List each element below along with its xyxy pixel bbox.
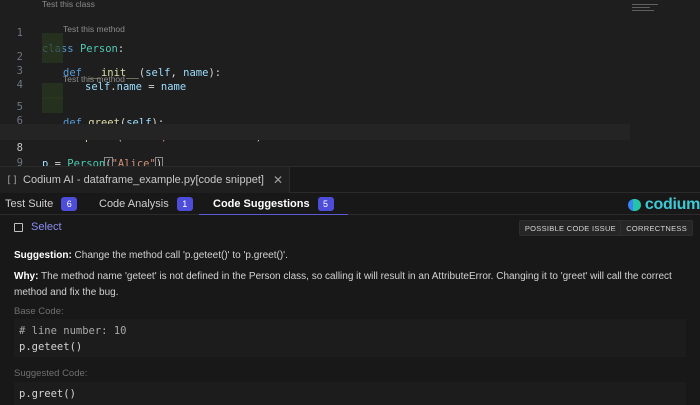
codium-panel: [] Codium AI - dataframe_example.py[code…: [0, 166, 700, 405]
suggestion-card: Select POSSIBLE CODE ISSUE CORRECTNESS S…: [0, 215, 700, 405]
code-line-8[interactable]: 8 p = Person("Alice"): [0, 124, 630, 171]
codelens-test-class[interactable]: Test this class: [42, 0, 95, 9]
base-code-label: Base Code:: [14, 306, 64, 317]
tag-correctness: CORRECTNESS: [620, 220, 693, 236]
base-code-line: # line number: 10: [19, 325, 127, 337]
brackets-icon: []: [6, 174, 19, 186]
base-code-line: p.geteet(): [19, 341, 83, 353]
count-badge: 6: [61, 197, 78, 211]
tag-possible-code-issue: POSSIBLE CODE ISSUE: [518, 220, 622, 236]
codium-logo: codium: [627, 196, 700, 214]
suggested-code-label: Suggested Code:: [14, 368, 88, 379]
tab-test-suite[interactable]: Test Suite 6: [5, 193, 78, 215]
select-label[interactable]: Select: [31, 221, 62, 233]
panel-tab-title: Codium AI - dataframe_example.py[code sn…: [23, 174, 264, 186]
panel-tab-codium[interactable]: [] Codium AI - dataframe_example.py[code…: [0, 167, 291, 193]
codium-logo-icon: [627, 199, 642, 211]
count-badge: 5: [317, 197, 334, 211]
code-line-9[interactable]: 9 p.geteet(): [0, 139, 630, 185]
subtab-bar: Test Suite 6 Code Analysis 1 Code Sugges…: [0, 193, 700, 216]
count-badge: 1: [176, 197, 193, 211]
panel-tab-bar: [] Codium AI - dataframe_example.py[code…: [0, 167, 700, 193]
select-checkbox[interactable]: [14, 223, 23, 232]
code-editor[interactable]: Test this class 1 class Person: Test thi…: [0, 0, 700, 185]
why-text: Why: The method name 'geteet' is not def…: [14, 271, 672, 298]
minimap[interactable]: [632, 2, 660, 16]
suggestion-text: Suggestion: Change the method call 'p.ge…: [14, 250, 288, 261]
close-icon[interactable]: ✕: [273, 173, 283, 187]
suggested-code-block: [14, 382, 686, 405]
suggested-code-line: p.greet(): [19, 388, 76, 400]
code-line-1[interactable]: 1 class Person:: [0, 9, 630, 55]
tab-code-analysis[interactable]: Code Analysis 1: [99, 193, 193, 215]
tab-code-suggestions[interactable]: Code Suggestions 5: [199, 193, 348, 216]
